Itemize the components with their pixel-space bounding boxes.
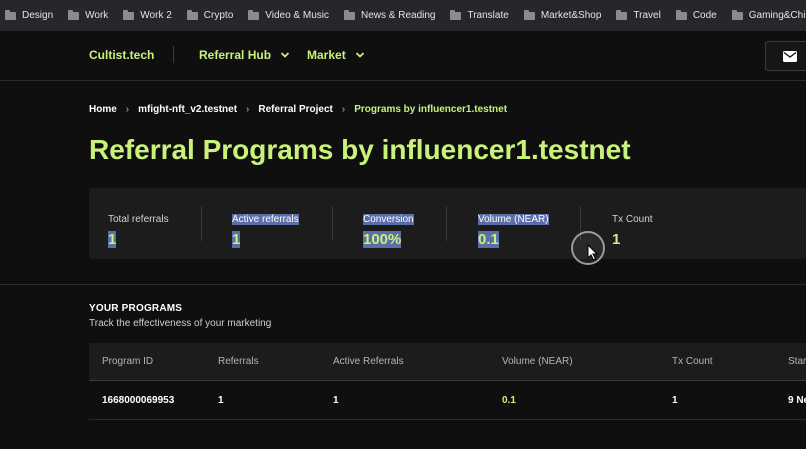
bookmark-design[interactable]: Design (5, 9, 53, 21)
column-volume[interactable]: Volume (NEAR) (502, 356, 573, 367)
stat-value: 1 (108, 231, 117, 248)
top-navigation: Cultist.tech Referral Hub Market (0, 31, 806, 81)
column-referrals[interactable]: Referrals (218, 356, 259, 367)
bookmark-travel[interactable]: Travel (616, 9, 661, 21)
chevron-right-icon: › (246, 104, 250, 115)
stat-label: Tx Count (612, 214, 653, 225)
stat-value: 100% (363, 231, 402, 248)
column-start[interactable]: Star (788, 356, 806, 367)
cell-program-id: 1668000069953 (102, 395, 175, 406)
programs-section-subtitle: Track the effectiveness of your marketin… (89, 318, 272, 329)
folder-icon (523, 9, 535, 20)
referral-hub-label: Referral Hub (199, 48, 272, 62)
bookmark-translate[interactable]: Translate (450, 9, 509, 21)
bookmark-market-shop[interactable]: Market&Shop (523, 9, 601, 21)
bookmark-video-music[interactable]: Video & Music (248, 9, 329, 21)
market-label: Market (307, 48, 346, 62)
folder-icon (450, 9, 462, 20)
bookmark-crypto[interactable]: Crypto (186, 9, 233, 21)
stat-divider (446, 206, 447, 241)
chevron-down-icon (355, 52, 364, 58)
folder-icon (616, 9, 628, 20)
folder-icon (344, 9, 355, 20)
cell-tx-count: 1 (672, 395, 678, 406)
mail-icon (783, 51, 797, 62)
cell-referrals: 1 (218, 395, 224, 406)
breadcrumb-referral-project[interactable]: Referral Project (258, 104, 332, 115)
folder-icon (186, 9, 198, 20)
programs-table-header: Program ID Referrals Active Referrals Vo… (89, 343, 806, 381)
table-row[interactable]: 1668000069953 1 1 0.1 1 9 Ne (89, 382, 806, 420)
column-active-referrals[interactable]: Active Referrals (333, 356, 404, 367)
mouse-pointer-icon (587, 244, 598, 261)
stat-value: 1 (612, 231, 621, 248)
cell-active-referrals: 1 (333, 395, 339, 406)
chevron-right-icon: › (341, 104, 346, 115)
page-title: Referral Programs by influencer1.testnet (89, 134, 631, 165)
stat-volume: Volume (NEAR) 0.1 (478, 209, 549, 248)
folder-icon (5, 9, 16, 20)
bookmark-work[interactable]: Work (68, 9, 108, 21)
stat-conversion: Conversion 100% (363, 209, 414, 248)
breadcrumb: Home › mfight-nft_v2.testnet › Referral … (89, 104, 507, 115)
bookmark-code[interactable]: Code (675, 9, 717, 21)
column-tx-count[interactable]: Tx Count (672, 356, 713, 367)
breadcrumb-home[interactable]: Home (89, 104, 117, 115)
stat-label: Active referrals (232, 214, 299, 225)
folder-icon (731, 9, 743, 20)
bookmark-gaming-chill[interactable]: Gaming&Chill (731, 9, 806, 21)
stat-label: Volume (NEAR) (478, 214, 549, 225)
stats-panel: Total referrals 1 Active referrals 1 Con… (89, 188, 806, 259)
cell-start: 9 Ne (788, 395, 806, 406)
bookmark-news-reading[interactable]: News & Reading (344, 9, 435, 21)
stat-tx-count: Tx Count 1 (612, 209, 653, 248)
stat-total-referrals: Total referrals 1 (108, 209, 169, 248)
stat-value: 1 (232, 231, 241, 248)
stat-label: Total referrals (108, 214, 169, 225)
chevron-right-icon: › (125, 104, 130, 115)
folder-icon (68, 9, 80, 20)
bookmark-work-2[interactable]: Work 2 (123, 9, 172, 21)
stat-active-referrals: Active referrals 1 (232, 209, 299, 248)
brand-logo-link[interactable]: Cultist.tech (89, 48, 154, 62)
breadcrumb-contract[interactable]: mfight-nft_v2.testnet (138, 104, 237, 115)
folder-icon (675, 9, 687, 20)
stat-divider (332, 206, 333, 241)
breadcrumb-current: Programs by influencer1.testnet (354, 104, 508, 115)
chevron-down-icon (280, 52, 290, 58)
market-menu[interactable]: Market (307, 48, 365, 62)
mail-button[interactable] (765, 41, 806, 71)
cell-volume: 0.1 (502, 395, 516, 406)
section-divider (0, 284, 806, 285)
nav-divider (173, 46, 174, 63)
stat-value: 0.1 (478, 231, 499, 248)
column-program-id[interactable]: Program ID (102, 356, 153, 367)
bookmarks-bar: Design Work Work 2 Crypto Video & Music … (0, 0, 806, 31)
stat-label: Conversion (363, 214, 414, 225)
stat-divider (201, 206, 202, 241)
folder-icon (123, 9, 135, 20)
programs-section-title: YOUR PROGRAMS (89, 303, 183, 314)
folder-icon (248, 9, 260, 20)
referral-hub-menu[interactable]: Referral Hub (199, 48, 290, 62)
